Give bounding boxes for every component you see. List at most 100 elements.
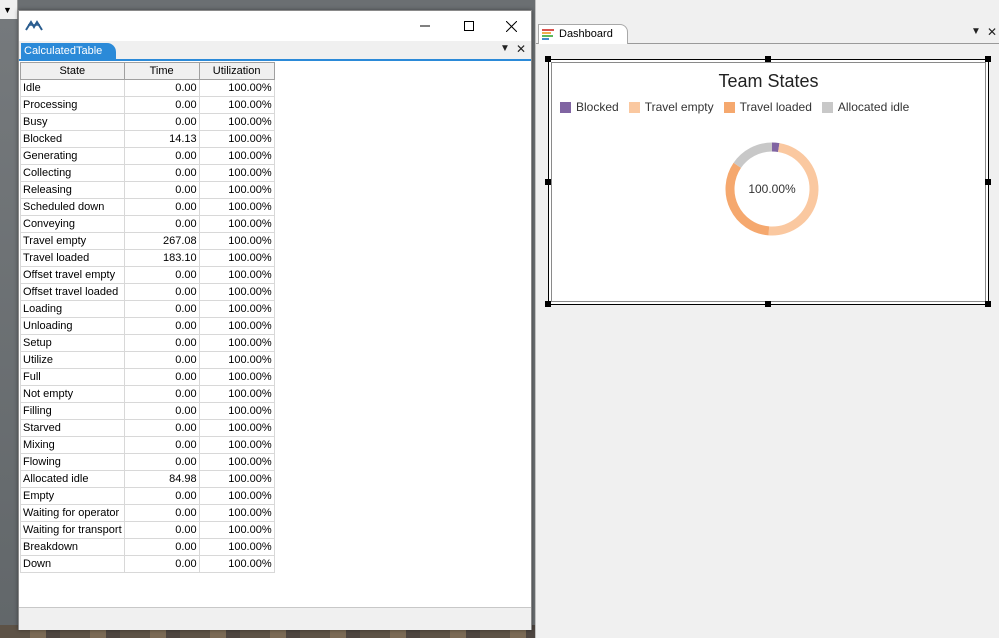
cell-utilization[interactable]: 100.00% <box>198 453 275 471</box>
cell-state[interactable]: Mixing <box>20 436 125 454</box>
maximize-button[interactable] <box>447 11 491 41</box>
cell-time[interactable]: 0.00 <box>123 300 200 318</box>
cell-time[interactable]: 0.00 <box>123 266 200 284</box>
cell-time[interactable]: 0.00 <box>123 198 200 216</box>
table-row[interactable]: Empty 0.00 100.00% <box>20 487 275 505</box>
cell-utilization[interactable]: 100.00% <box>198 351 275 369</box>
cell-utilization[interactable]: 100.00% <box>198 385 275 403</box>
cell-state[interactable]: Waiting for transport <box>20 521 125 539</box>
cell-state[interactable]: Idle <box>20 79 125 97</box>
cell-time[interactable]: 0.00 <box>123 385 200 403</box>
table-row[interactable]: Waiting for transport 0.00 100.00% <box>20 521 275 539</box>
resize-handle-top[interactable] <box>765 56 771 62</box>
cell-time[interactable]: 0.00 <box>123 164 200 182</box>
tab-close-icon[interactable]: ✕ <box>516 42 526 56</box>
cell-time[interactable]: 84.98 <box>123 470 200 488</box>
legend-item[interactable]: Allocated idle <box>821 100 909 114</box>
cell-state[interactable]: Offset travel empty <box>20 266 125 284</box>
cell-state[interactable]: Setup <box>20 334 125 352</box>
cell-time[interactable]: 0.00 <box>123 79 200 97</box>
cell-utilization[interactable]: 100.00% <box>198 504 275 522</box>
cell-state[interactable]: Filling <box>20 402 125 420</box>
cell-utilization[interactable]: 100.00% <box>198 300 275 318</box>
cell-utilization[interactable]: 100.00% <box>198 96 275 114</box>
legend-item[interactable]: Blocked <box>560 100 619 114</box>
cell-utilization[interactable]: 100.00% <box>198 334 275 352</box>
cell-state[interactable]: Releasing <box>20 181 125 199</box>
cell-utilization[interactable]: 100.00% <box>198 317 275 335</box>
table-row[interactable]: Allocated idle 84.98 100.00% <box>20 470 275 488</box>
cell-state[interactable]: Offset travel loaded <box>20 283 125 301</box>
table-row[interactable]: Idle 0.00 100.00% <box>20 79 275 97</box>
table-row[interactable]: Filling 0.00 100.00% <box>20 402 275 420</box>
team-states-chart-widget[interactable]: Team States Blocked Travel empty Travel lo… <box>545 56 991 307</box>
cell-time[interactable]: 0.00 <box>123 215 200 233</box>
cell-state[interactable]: Breakdown <box>20 538 125 556</box>
table-row[interactable]: Offset travel loaded 0.00 100.00% <box>20 283 275 301</box>
close-window-button[interactable] <box>489 11 533 41</box>
column-header-utilization[interactable]: Utilization <box>198 62 275 80</box>
table-row[interactable]: Generating 0.00 100.00% <box>20 147 275 165</box>
resize-handle-top-right[interactable] <box>985 56 991 62</box>
cell-state[interactable]: Blocked <box>20 130 125 148</box>
cell-utilization[interactable]: 100.00% <box>198 198 275 216</box>
cell-utilization[interactable]: 100.00% <box>198 113 275 131</box>
cell-time[interactable]: 0.00 <box>123 368 200 386</box>
cell-time[interactable]: 267.08 <box>123 232 200 250</box>
table-row[interactable]: Unloading 0.00 100.00% <box>20 317 275 335</box>
background-dropdown[interactable]: ▼ <box>0 0 18 19</box>
resize-handle-bottom[interactable] <box>765 301 771 307</box>
table-row[interactable]: Collecting 0.00 100.00% <box>20 164 275 182</box>
cell-time[interactable]: 0.00 <box>123 351 200 369</box>
cell-state[interactable]: Not empty <box>20 385 125 403</box>
table-row[interactable]: Breakdown 0.00 100.00% <box>20 538 275 556</box>
legend-item[interactable]: Travel loaded <box>723 100 812 114</box>
table-row[interactable]: Blocked 14.13 100.00% <box>20 130 275 148</box>
cell-state[interactable]: Starved <box>20 419 125 437</box>
table-row[interactable]: Mixing 0.00 100.00% <box>20 436 275 454</box>
resize-handle-left[interactable] <box>545 179 551 185</box>
cell-time[interactable]: 0.00 <box>123 181 200 199</box>
cell-time[interactable]: 0.00 <box>123 402 200 420</box>
cell-time[interactable]: 0.00 <box>123 96 200 114</box>
minimize-button[interactable] <box>403 11 447 41</box>
resize-handle-bottom-left[interactable] <box>545 301 551 307</box>
cell-time[interactable]: 0.00 <box>123 113 200 131</box>
cell-state[interactable]: Loading <box>20 300 125 318</box>
table-row[interactable]: Flowing 0.00 100.00% <box>20 453 275 471</box>
cell-time[interactable]: 0.00 <box>123 317 200 335</box>
cell-utilization[interactable]: 100.00% <box>198 538 275 556</box>
cell-utilization[interactable]: 100.00% <box>198 266 275 284</box>
cell-time[interactable]: 0.00 <box>123 147 200 165</box>
cell-state[interactable]: Empty <box>20 487 125 505</box>
cell-utilization[interactable]: 100.00% <box>198 232 275 250</box>
cell-utilization[interactable]: 100.00% <box>198 402 275 420</box>
table-row[interactable]: Offset travel empty 0.00 100.00% <box>20 266 275 284</box>
cell-time[interactable]: 0.00 <box>123 521 200 539</box>
resize-handle-right[interactable] <box>985 179 991 185</box>
cell-time[interactable]: 0.00 <box>123 538 200 556</box>
cell-utilization[interactable]: 100.00% <box>198 368 275 386</box>
cell-state[interactable]: Busy <box>20 113 125 131</box>
cell-time[interactable]: 14.13 <box>123 130 200 148</box>
cell-state[interactable]: Allocated idle <box>20 470 125 488</box>
cell-time[interactable]: 0.00 <box>123 283 200 301</box>
table-row[interactable]: Scheduled down 0.00 100.00% <box>20 198 275 216</box>
resize-handle-top-left[interactable] <box>545 56 551 62</box>
column-header-time[interactable]: Time <box>123 62 200 80</box>
cell-state[interactable]: Full <box>20 368 125 386</box>
cell-state[interactable]: Unloading <box>20 317 125 335</box>
table-row[interactable]: Not empty 0.00 100.00% <box>20 385 275 403</box>
cell-time[interactable]: 183.10 <box>123 249 200 267</box>
cell-state[interactable]: Travel empty <box>20 232 125 250</box>
cell-state[interactable]: Utilize <box>20 351 125 369</box>
window-titlebar[interactable] <box>19 11 531 41</box>
table-row[interactable]: Releasing 0.00 100.00% <box>20 181 275 199</box>
cell-time[interactable]: 0.00 <box>123 555 200 573</box>
table-row[interactable]: Busy 0.00 100.00% <box>20 113 275 131</box>
table-row[interactable]: Travel empty 267.08 100.00% <box>20 232 275 250</box>
table-row[interactable]: Loading 0.00 100.00% <box>20 300 275 318</box>
cell-utilization[interactable]: 100.00% <box>198 164 275 182</box>
table-row[interactable]: Starved 0.00 100.00% <box>20 419 275 437</box>
cell-time[interactable]: 0.00 <box>123 436 200 454</box>
